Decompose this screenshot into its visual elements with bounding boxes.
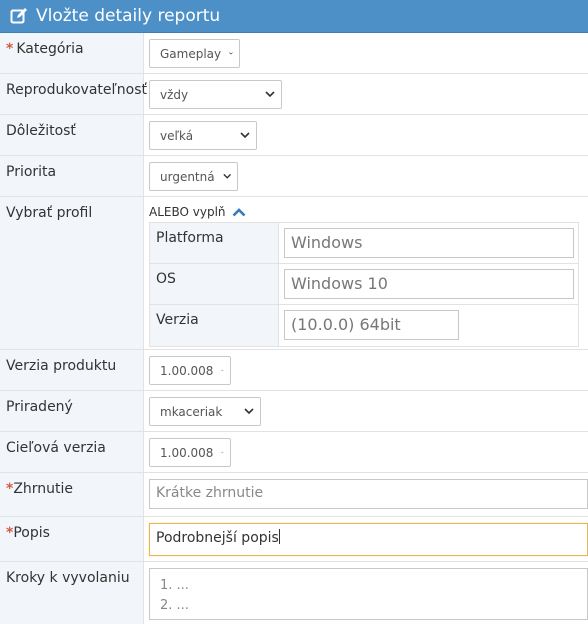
steps-label: Kroky k vyvolaniu (0, 562, 144, 624)
severity-value: veľká (160, 128, 194, 143)
steps-textarea[interactable]: 1. ... 2. ... (149, 568, 588, 620)
row-priority: Priorita urgentná (0, 156, 588, 197)
description-label: *Popis (0, 517, 144, 561)
assigned-label: Priradený (0, 391, 144, 431)
summary-label: *Zhrnutie (0, 473, 144, 516)
row-product-version: Verzia produktu 1.00.008 (0, 350, 588, 391)
chevron-down-icon (265, 91, 275, 98)
description-input[interactable]: Podrobnejší popis (149, 523, 588, 556)
chevron-down-icon (240, 132, 250, 139)
os-label: OS (150, 264, 279, 304)
chevron-down-icon (229, 52, 233, 55)
os-input[interactable]: Windows 10 (284, 269, 574, 299)
description-label-text: Popis (13, 525, 50, 541)
row-assigned: Priradený mkaceriak (0, 391, 588, 432)
summary-input[interactable]: Krátke zhrnutie (149, 479, 588, 509)
target-version-select[interactable]: 1.00.008 (149, 438, 231, 467)
reproducibility-select[interactable]: vždy (149, 80, 282, 109)
form-title: Vložte detaily reportu (36, 6, 221, 26)
category-label: * Kategória (0, 33, 144, 73)
profile-label: Vybrať profil (0, 197, 144, 349)
assigned-value: mkaceriak (160, 404, 223, 419)
target-version-label: Cieľová verzia (0, 432, 144, 472)
row-steps: Kroky k vyvolaniu 1. ... 2. ... (0, 562, 588, 624)
platform-label: Platforma (150, 223, 279, 263)
steps-line-2: 2. ... (160, 598, 189, 613)
row-category: * Kategória Gameplay (0, 33, 588, 74)
severity-label: Dôležitosť (0, 115, 144, 155)
profile-toggle-label: ALEBO vyplň (149, 205, 226, 219)
reproducibility-label: Reprodukovateľnosť (0, 74, 147, 114)
row-description: *Popis Podrobnejší popis (0, 517, 588, 562)
version-label: Verzia (150, 305, 279, 346)
chevron-down-icon (244, 408, 254, 415)
product-version-label: Verzia produktu (0, 350, 144, 390)
profile-row-version: Verzia (10.0.0) 64bit (150, 305, 578, 346)
profile-toggle[interactable]: ALEBO vyplň (149, 205, 588, 219)
profile-row-platform: Platforma Windows (150, 223, 578, 264)
profile-subtable: Platforma Windows OS Windows 10 Verzia (… (149, 222, 579, 347)
summary-label-text: Zhrnutie (13, 481, 74, 497)
priority-select[interactable]: urgentná (149, 162, 238, 191)
target-version-value: 1.00.008 (160, 445, 214, 460)
assigned-select[interactable]: mkaceriak (149, 397, 261, 426)
platform-input[interactable]: Windows (284, 228, 574, 258)
required-marker: * (6, 41, 14, 57)
reproducibility-value: vždy (160, 87, 189, 102)
edit-icon (10, 7, 28, 25)
row-profile: Vybrať profil ALEBO vyplň Platforma Wind… (0, 197, 588, 350)
chevron-down-icon (221, 451, 224, 454)
version-input[interactable]: (10.0.0) 64bit (284, 310, 459, 340)
row-severity: Dôležitosť veľká (0, 115, 588, 156)
chevron-down-icon (222, 173, 231, 179)
priority-label: Priorita (0, 156, 144, 196)
product-version-select[interactable]: 1.00.008 (149, 356, 231, 385)
category-label-text: Kategória (16, 41, 84, 57)
form-header: Vložte detaily reportu (0, 0, 588, 33)
steps-line-1: 1. ... (160, 578, 189, 593)
row-reproducibility: Reprodukovateľnosť vždy (0, 74, 588, 115)
category-select[interactable]: Gameplay (149, 39, 240, 68)
text-cursor (278, 529, 280, 544)
chevron-down-icon (221, 369, 224, 372)
product-version-value: 1.00.008 (160, 363, 214, 378)
row-summary: *Zhrnutie Krátke zhrnutie (0, 473, 588, 517)
priority-value: urgentná (160, 169, 215, 184)
profile-row-os: OS Windows 10 (150, 264, 578, 305)
description-value: Podrobnejší popis (156, 530, 279, 546)
row-target-version: Cieľová verzia 1.00.008 (0, 432, 588, 473)
severity-select[interactable]: veľká (149, 121, 257, 150)
chevron-up-icon[interactable] (232, 207, 246, 217)
category-value: Gameplay (160, 46, 222, 61)
